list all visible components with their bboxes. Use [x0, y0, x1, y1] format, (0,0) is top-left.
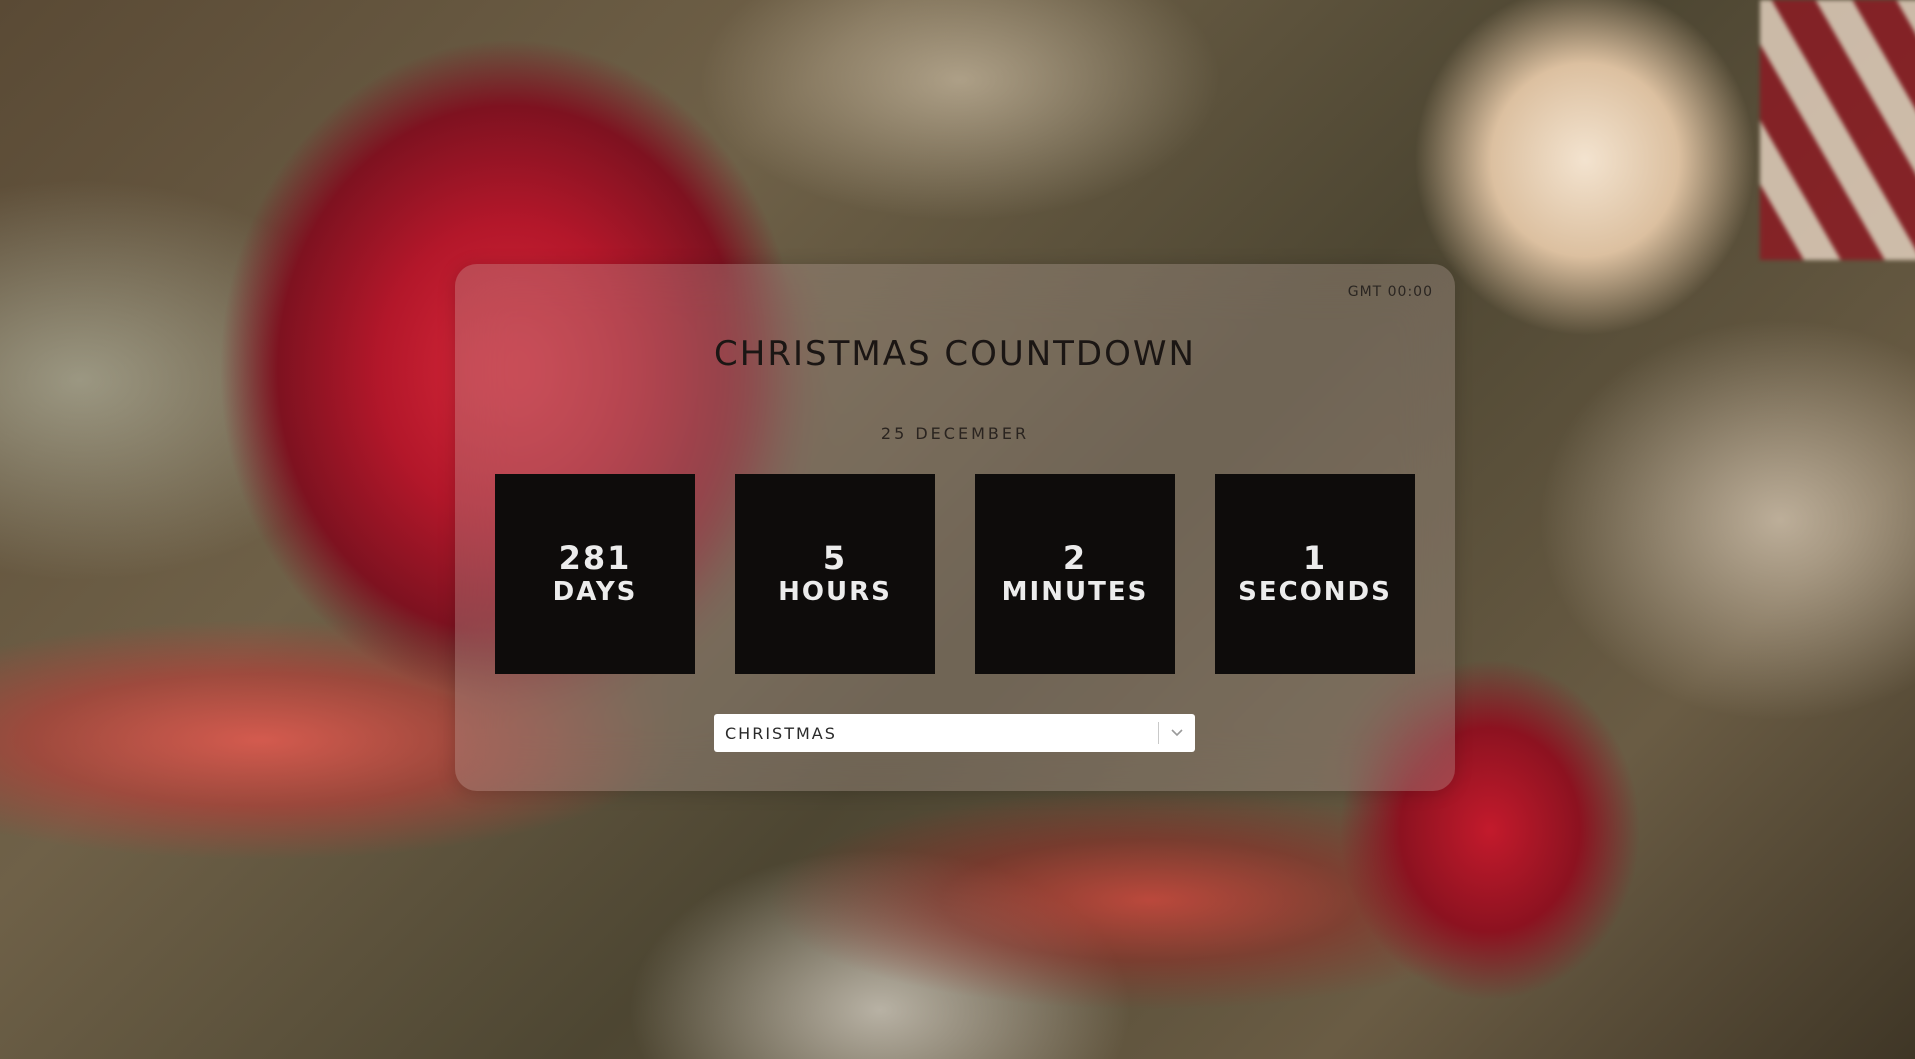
hours-label: HOURS [778, 577, 892, 607]
minutes-label: MINUTES [1001, 577, 1149, 607]
seconds-label: SECONDS [1238, 577, 1392, 607]
page-title: CHRISTMAS COUNTDOWN [714, 334, 1196, 374]
event-select-value: CHRISTMAS [725, 723, 837, 743]
timezone-label: GMT 00:00 [1347, 284, 1433, 300]
countdown-card: GMT 00:00 CHRISTMAS COUNTDOWN 25 DECEMBE… [455, 264, 1455, 791]
days-value: 281 [558, 539, 632, 577]
event-date: 25 DECEMBER [880, 424, 1030, 443]
background-ribbon [1760, 0, 1915, 260]
seconds-tile: 1 SECONDS [1215, 474, 1415, 674]
countdown-tiles: 281 DAYS 5 HOURS 2 MINUTES 1 SECONDS [495, 474, 1415, 674]
minutes-value: 2 [1062, 539, 1088, 577]
chevron-down-icon[interactable] [1159, 714, 1195, 752]
days-label: DAYS [552, 577, 638, 607]
seconds-value: 1 [1302, 539, 1328, 577]
minutes-tile: 2 MINUTES [975, 474, 1175, 674]
hours-value: 5 [822, 539, 848, 577]
days-tile: 281 DAYS [495, 474, 695, 674]
hours-tile: 5 HOURS [735, 474, 935, 674]
event-select[interactable]: CHRISTMAS [714, 714, 1195, 752]
